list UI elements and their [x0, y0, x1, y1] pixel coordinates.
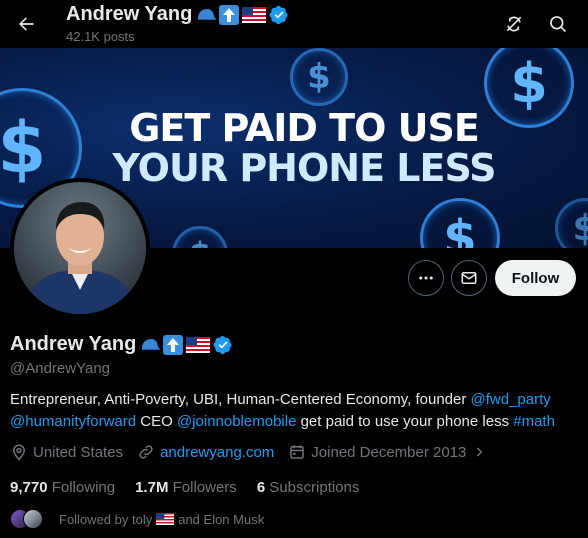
profile-avatar[interactable]	[10, 178, 150, 318]
back-button[interactable]	[8, 6, 44, 42]
header-name: Andrew Yang	[66, 3, 193, 25]
search-button[interactable]	[540, 6, 576, 42]
profile-handle: @AndrewYang	[10, 360, 111, 377]
arrow-left-icon	[19, 17, 34, 31]
calendar-icon	[290, 445, 305, 459]
blue-cap-emoji-icon	[198, 8, 217, 20]
joined-text: Joined December 2013	[311, 443, 467, 461]
profile-bio: Entrepreneur, Anti-Poverty, UBI, Human-C…	[10, 389, 580, 433]
more-icon	[419, 276, 433, 280]
up-arrow-emoji-icon	[219, 4, 240, 25]
bio-mention-fwd-party[interactable]: @fwd_party	[471, 391, 551, 408]
website-link[interactable]: andrewyang.com	[160, 444, 274, 461]
followers-stat[interactable]: 1.7M Followers	[135, 479, 237, 496]
dollar-coin-icon: $	[172, 226, 228, 248]
header-title: Andrew Yang	[66, 3, 289, 26]
us-flag-emoji-icon	[242, 6, 267, 23]
avatar-photo	[14, 182, 146, 314]
profile-header: Andrew Yang 42.1K posts	[0, 0, 588, 48]
link-icon	[139, 445, 153, 459]
refresh-button[interactable]	[496, 6, 532, 42]
location-text: United States	[33, 443, 124, 461]
header-post-count: 42.1K posts	[66, 29, 135, 44]
profile-badges	[140, 334, 233, 355]
location-item: United States	[10, 443, 123, 461]
dollar-coin-icon: $	[290, 48, 348, 106]
website-item[interactable]: andrewyang.com	[137, 443, 274, 461]
followers-label: Followers	[172, 479, 237, 496]
up-arrow-emoji-icon	[163, 334, 184, 355]
location-pin-icon	[12, 444, 26, 461]
profile-stats: 9,770 Following 1.7M Followers 6 Subscri…	[10, 479, 379, 496]
blue-cap-emoji-icon	[142, 338, 161, 350]
followed-by-prefix: Followed by toly	[59, 511, 153, 527]
us-flag-emoji-icon	[156, 513, 175, 525]
joined-item[interactable]: Joined December 2013	[288, 443, 491, 461]
bio-text: get paid to use your phone less	[296, 413, 514, 430]
bio-text: CEO	[136, 413, 177, 430]
subscriptions-label: Subscriptions	[269, 479, 360, 496]
followers-count: 1.7M	[135, 479, 169, 496]
dollar-coin-icon: $	[555, 198, 588, 248]
header-badges	[196, 4, 289, 25]
bio-mention-joinnoblemobile[interactable]: @joinnoblemobile	[177, 413, 296, 430]
dollar-coin-icon: $	[420, 198, 500, 248]
bio-text: Entrepreneur, Anti-Poverty, UBI, Human-C…	[10, 391, 471, 408]
chevron-right-icon	[477, 447, 483, 457]
profile-name-row: Andrew Yang	[10, 333, 233, 356]
following-stat[interactable]: 9,770 Following	[10, 479, 115, 496]
us-flag-emoji-icon	[186, 336, 211, 353]
following-count: 9,770	[10, 479, 48, 496]
subscriptions-stat[interactable]: 6 Subscriptions	[257, 479, 360, 496]
bio-hashtag-math[interactable]: #math	[513, 413, 555, 430]
profile-meta: United States andrewyang.com Joined Dece…	[10, 443, 505, 461]
profile-name: Andrew Yang	[10, 333, 137, 355]
refresh-icon	[506, 16, 522, 32]
follow-button[interactable]: Follow	[495, 260, 576, 296]
envelope-icon	[461, 272, 477, 284]
subscriptions-count: 6	[256, 479, 266, 496]
more-button[interactable]	[408, 260, 444, 296]
follower-avatar	[23, 509, 43, 529]
banner-headline-line1: GET PAID TO USE	[129, 106, 480, 150]
followed-by-row[interactable]: Followed by toly and Elon Musk	[10, 509, 264, 529]
verified-badge-icon	[269, 5, 288, 24]
search-icon	[550, 16, 567, 33]
bio-mention-humanityforward[interactable]: @humanityforward	[10, 413, 136, 430]
verified-badge-icon[interactable]	[213, 335, 233, 355]
following-label: Following	[51, 479, 116, 496]
followed-by-suffix: and Elon Musk	[178, 511, 265, 527]
message-button[interactable]	[451, 260, 487, 296]
